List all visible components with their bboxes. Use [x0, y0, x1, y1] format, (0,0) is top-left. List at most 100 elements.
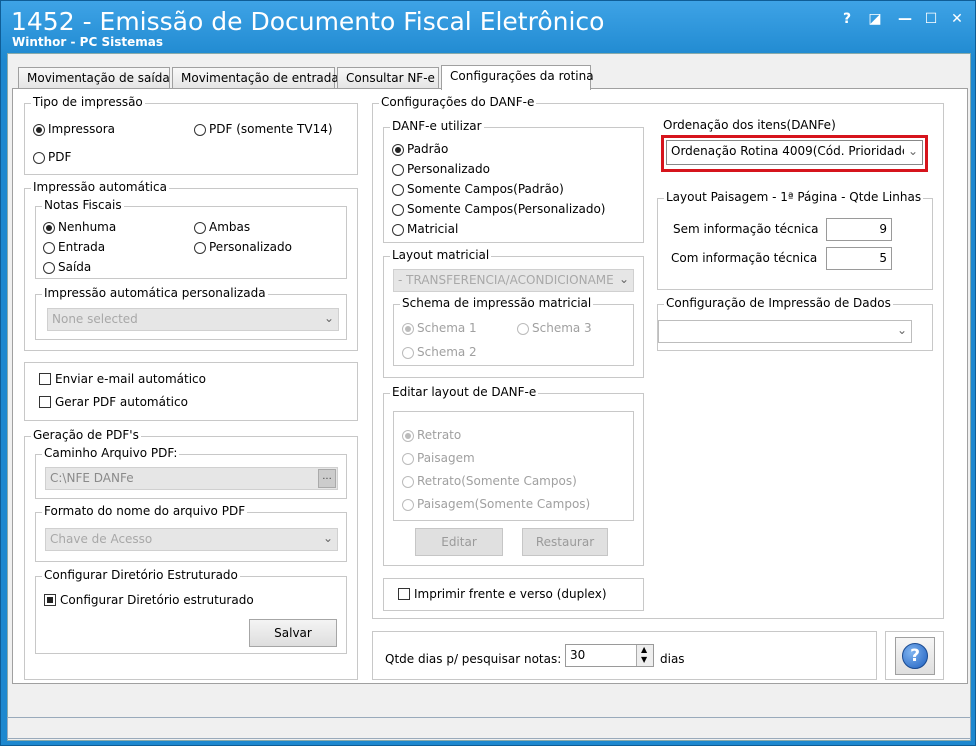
qtde-dias-spinner[interactable]: ▲ ▼ — [636, 645, 653, 666]
radio-label: Retrato — [417, 428, 462, 442]
radio-label: Personalizado — [209, 240, 292, 254]
group-danfe-utilizar: DANF-e utilizar Padrão Personalizado Som… — [383, 119, 644, 243]
radio-schema-1[interactable] — [402, 323, 414, 335]
radio-ambas[interactable] — [194, 222, 206, 234]
group-impressao-personalizada: Impressão automática personalizada None … — [35, 286, 347, 340]
select-value: None selected — [52, 312, 138, 326]
checkbox-label: Gerar PDF automático — [55, 395, 188, 409]
radio-somente-campos-personalizado[interactable] — [392, 204, 404, 216]
chevron-down-icon: ⌄ — [896, 323, 907, 337]
group-title: Formato do nome do arquivo PDF — [42, 504, 248, 518]
radio-padrao[interactable] — [392, 144, 404, 156]
help-button-frame: ? — [885, 631, 944, 680]
group-title: Impressão automática — [31, 180, 169, 194]
group-title: Caminho Arquivo PDF: — [42, 446, 180, 460]
radio-personalizado-danfe[interactable] — [392, 164, 404, 176]
maximize-button[interactable]: ☐ — [921, 9, 941, 29]
group-orientacao: Retrato Paisagem Retrato(Somente Campos)… — [393, 411, 634, 521]
select-value: Ordenação Rotina 4009(Cód. Prioridade/ — [671, 144, 914, 158]
radio-label: Paisagem — [417, 451, 475, 465]
tab-movimentacao-saida[interactable]: Movimentação de saída — [18, 67, 170, 89]
radio-paisagem[interactable] — [402, 453, 414, 465]
radio-schema-2[interactable] — [402, 347, 414, 359]
radio-schema-3[interactable] — [517, 323, 529, 335]
com-info-input[interactable]: 5 — [826, 247, 892, 270]
select-value: - TRANSFERENCIA/ACONDICIONAME — [398, 273, 614, 287]
group-title: Configurar Diretório Estruturado — [42, 568, 240, 582]
radio-paisagem-somente-campos[interactable] — [402, 499, 414, 511]
config-impressao-select[interactable]: ⌄ — [658, 320, 912, 343]
group-layout-paisagem: Layout Paisagem - 1ª Página - Qtde Linha… — [657, 190, 933, 290]
radio-matricial[interactable] — [392, 224, 404, 236]
checkbox-label: Enviar e-mail automático — [55, 372, 206, 386]
help-button[interactable]: ? — [895, 637, 935, 675]
checkbox-duplex[interactable] — [398, 588, 410, 600]
checkbox-enviar-email[interactable] — [39, 373, 51, 385]
radio-label: Schema 2 — [417, 345, 477, 359]
help-title-button[interactable]: ? — [837, 9, 857, 29]
chevron-down-icon: ⌄ — [903, 144, 918, 158]
chevron-down-icon: ⌄ — [322, 531, 333, 545]
checkbox-gerar-pdf[interactable] — [39, 396, 51, 408]
radio-somente-campos-padrao[interactable] — [392, 184, 404, 196]
radio-entrada[interactable] — [43, 242, 55, 254]
client-area: Movimentação de saída Movimentação de en… — [7, 53, 971, 741]
minimize-button[interactable]: — — [895, 9, 915, 29]
radio-label: Entrada — [58, 240, 106, 254]
group-title: Notas Fiscais — [42, 198, 124, 212]
radio-saida[interactable] — [43, 262, 55, 274]
tab-page-configuracoes: Tipo de impressão Impressora PDF (soment… — [12, 88, 968, 684]
status-bar — [7, 717, 971, 739]
radio-pdf[interactable] — [33, 152, 45, 164]
group-qtde-dias: Qtde dias p/ pesquisar notas: 30 ▲ ▼ dia… — [372, 631, 877, 680]
salvar-button[interactable]: Salvar — [249, 619, 337, 647]
radio-pdf-tv14[interactable] — [194, 124, 206, 136]
group-duplex: Imprimir frente e verso (duplex) — [383, 578, 644, 611]
group-title: Configuração de Impressão de Dados — [664, 296, 893, 310]
group-title: Editar layout de DANF-e — [390, 385, 539, 399]
radio-personalizado[interactable] — [194, 242, 206, 254]
main-window: 1452 - Emissão de Documento Fiscal Eletr… — [0, 0, 976, 746]
group-formato-nome: Formato do nome do arquivo PDF Chave de … — [35, 504, 347, 562]
radio-retrato-somente-campos[interactable] — [402, 476, 414, 488]
sem-info-label: Sem informação técnica — [673, 222, 819, 236]
qtde-dias-unit: dias — [660, 652, 685, 666]
editar-button[interactable]: Editar — [415, 528, 503, 556]
group-geracao-pdf: Geração de PDF's Caminho Arquivo PDF: C:… — [24, 428, 358, 680]
group-title: Layout matricial — [390, 248, 492, 262]
tab-movimentacao-entrada[interactable]: Movimentação de entrada — [172, 67, 339, 89]
radio-nenhuma[interactable] — [43, 222, 55, 234]
spin-up-icon[interactable]: ▲ — [641, 645, 647, 655]
personalizada-select[interactable]: None selected ⌄ — [47, 308, 339, 331]
group-caminho-pdf: Caminho Arquivo PDF: C:\NFE DANFe ... — [35, 446, 347, 499]
window-title: 1452 - Emissão de Documento Fiscal Eletr… — [11, 7, 605, 36]
group-title: Ordenação dos itens(DANFe) — [661, 118, 838, 132]
checkbox-diretorio-estruturado[interactable] — [44, 594, 56, 606]
restaurar-button[interactable]: Restaurar — [522, 528, 608, 556]
group-editar-layout: Editar layout de DANF-e Retrato Paisagem… — [383, 385, 644, 566]
browse-button[interactable]: ... — [318, 469, 336, 488]
close-button[interactable]: ✕ — [947, 9, 967, 29]
spin-down-icon[interactable]: ▼ — [641, 655, 647, 665]
radio-label: Saída — [58, 260, 92, 274]
ordenacao-select[interactable]: Ordenação Rotina 4009(Cód. Prioridade/ ⌄ — [666, 140, 923, 165]
radio-label: Matricial — [407, 222, 459, 236]
tab-configuracoes-rotina[interactable]: Configurações da rotina — [441, 65, 594, 90]
layout-matricial-select[interactable]: - TRANSFERENCIA/ACONDICIONAME ⌄ — [393, 269, 634, 292]
radio-label: Personalizado — [407, 162, 490, 176]
chevron-down-icon: ⌄ — [615, 272, 629, 286]
radio-impressora[interactable] — [33, 124, 45, 136]
edit-title-button[interactable]: ◪ — [865, 9, 885, 29]
group-email-pdf: Enviar e-mail automático Gerar PDF autom… — [24, 362, 358, 421]
radio-label: Nenhuma — [58, 220, 117, 234]
radio-label: PDF — [48, 150, 72, 164]
group-title: Layout Paisagem - 1ª Página - Qtde Linha… — [664, 190, 924, 204]
sem-info-input[interactable]: 9 — [826, 218, 892, 241]
formato-select[interactable]: Chave de Acesso ⌄ — [45, 528, 338, 551]
radio-label: Impressora — [48, 122, 116, 136]
tab-consultar-nfe[interactable]: Consultar NF-e — [337, 67, 439, 89]
caminho-pdf-input[interactable]: C:\NFE DANFe — [45, 467, 338, 490]
radio-retrato[interactable] — [402, 430, 414, 442]
com-info-label: Com informação técnica — [671, 251, 818, 265]
group-ordenacao: Ordenação dos itens(DANFe) Ordenação Rot… — [657, 118, 933, 179]
